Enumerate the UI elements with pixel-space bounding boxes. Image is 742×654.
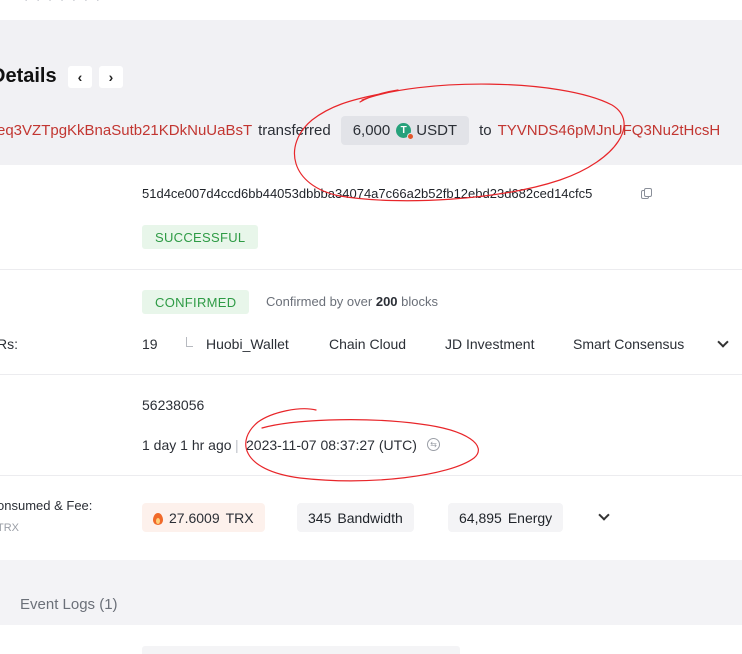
sr-item[interactable]: JD Investment	[445, 336, 534, 352]
details-card	[0, 165, 742, 560]
page-title: Details	[0, 65, 57, 87]
chevron-left-icon: ‹	[77, 69, 83, 85]
resources-label: onsumed & Fee:	[0, 498, 93, 513]
to-word: to	[479, 122, 492, 139]
transfer-summary: eq3VZTpgKkBnaSutb21KDkNuUaBsT transferre…	[0, 116, 720, 145]
fire-icon	[153, 511, 163, 525]
fee-value: 27.6009	[169, 509, 220, 526]
energy-pill: 64,895 Energy	[448, 503, 564, 532]
bandwidth-pill: 345 Bandwidth	[297, 503, 414, 532]
token-symbol[interactable]: USDT	[416, 122, 457, 139]
sr-count: 19	[142, 336, 158, 352]
confirmation-count: Confirmed by over 200 blocks	[266, 294, 439, 309]
usdt-token-icon[interactable]: T	[396, 123, 415, 140]
divider	[0, 374, 742, 375]
tx-hash: 51d4ce007d4ccd6bb44053dbbba34074a7c66a2b…	[142, 186, 593, 201]
transfer-amount: 6,000	[352, 122, 391, 139]
time-ago: 1 day 1 hr ago	[142, 437, 232, 453]
copy-icon[interactable]	[641, 188, 652, 200]
transfer-verb: transferred	[258, 122, 331, 139]
bandwidth-unit: Bandwidth	[337, 509, 403, 526]
resources-sublabel: TRX	[0, 522, 19, 534]
time-separator: |	[235, 437, 239, 453]
event-log-row	[142, 646, 460, 654]
top-bar: · · · · · · ·	[0, 0, 742, 20]
topbar-faded-text: · · · · · · ·	[24, 0, 102, 7]
next-tx-button[interactable]: ›	[99, 66, 123, 88]
block-timestamp: 2023-11-07 08:37:27 (UTC)	[246, 437, 417, 453]
block-number-link[interactable]: 56238056	[142, 397, 204, 413]
fee-pill: 27.6009 TRX	[142, 503, 265, 532]
sr-item[interactable]: Chain Cloud	[329, 336, 406, 352]
sr-item[interactable]: Huobi_Wallet	[206, 336, 289, 352]
srs-label: Rs:	[0, 336, 18, 352]
tab-event-logs[interactable]: Event Logs (1)	[20, 596, 118, 613]
network-dot-icon	[407, 133, 415, 140]
bandwidth-value: 345	[308, 509, 332, 526]
fee-unit: TRX	[225, 509, 254, 526]
tree-connector-icon	[186, 337, 193, 347]
divider	[0, 269, 742, 270]
sr-item[interactable]: Smart Consensus	[573, 336, 684, 352]
chevron-right-icon: ›	[108, 69, 114, 85]
divider	[0, 475, 742, 476]
from-address-link[interactable]: eq3VZTpgKkBnaSutb21KDkNuUaBsT	[0, 122, 252, 139]
to-address-link[interactable]: TYVNDS46pMJnUFQ3Nu2tHcsH	[498, 122, 721, 139]
timezone-toggle-icon[interactable]: ⇆	[427, 438, 440, 451]
energy-value: 64,895	[459, 509, 502, 526]
amount-pill: 6,000 T USDT	[340, 116, 470, 145]
energy-unit: Energy	[507, 509, 553, 526]
confirmed-badge: CONFIRMED	[142, 290, 250, 314]
previous-tx-button[interactable]: ‹	[68, 66, 92, 88]
status-badge: SUCCESSFUL	[142, 225, 259, 249]
